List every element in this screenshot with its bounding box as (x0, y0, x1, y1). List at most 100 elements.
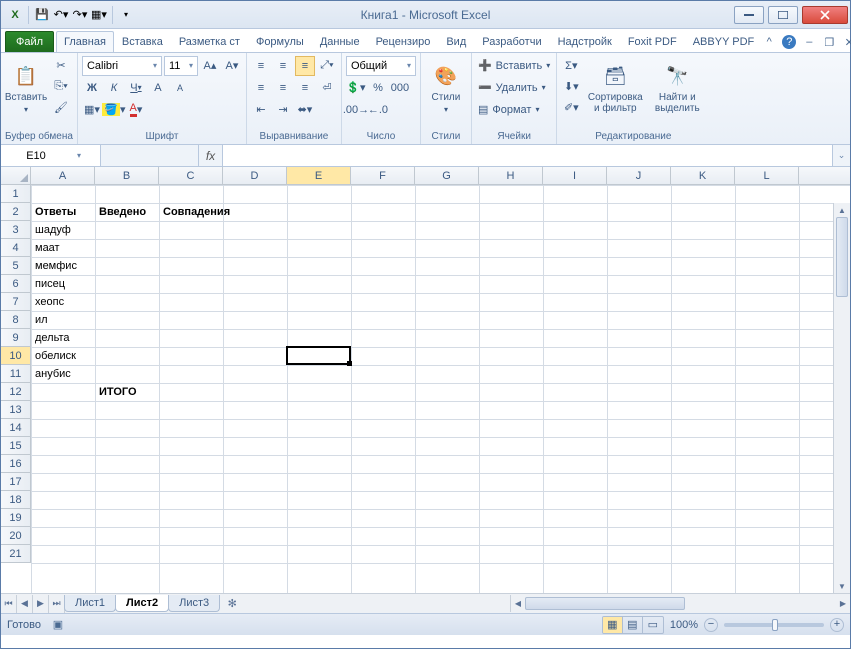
name-box-dropdown-icon[interactable]: ▾ (71, 151, 87, 160)
col-header-D[interactable]: D (223, 167, 287, 184)
row-header-6[interactable]: 6 (1, 275, 31, 293)
scroll-left-icon[interactable]: ◀ (511, 595, 525, 612)
align-bottom-button[interactable]: ≡ (295, 56, 315, 76)
fx-button[interactable]: fx (199, 145, 223, 166)
col-header-C[interactable]: C (159, 167, 223, 184)
col-header-H[interactable]: H (479, 167, 543, 184)
cell-A9[interactable]: дельта (32, 329, 73, 347)
row-header-13[interactable]: 13 (1, 401, 31, 419)
zoom-percent[interactable]: 100% (670, 619, 698, 631)
row-header-20[interactable]: 20 (1, 527, 31, 545)
decrease-decimal-button[interactable]: ←.0 (368, 100, 388, 120)
find-select-button[interactable]: 🔭 Найти и выделить (649, 55, 705, 121)
sheet-tab-Лист3[interactable]: Лист3 (168, 595, 220, 612)
cut-button[interactable]: ✂ (51, 55, 71, 75)
row-header-18[interactable]: 18 (1, 491, 31, 509)
zoom-knob[interactable] (772, 619, 778, 631)
row-header-14[interactable]: 14 (1, 419, 31, 437)
col-header-L[interactable]: L (735, 167, 799, 184)
merge-button[interactable]: ⬌▾ (295, 100, 315, 120)
formula-expand-icon[interactable]: ⌄ (832, 145, 850, 166)
name-box-input[interactable] (1, 150, 71, 162)
ribbon-tab-5[interactable]: Рецензиро (368, 31, 439, 52)
row-header-5[interactable]: 5 (1, 257, 31, 275)
horizontal-scrollbar[interactable]: ◀ ▶ (510, 595, 850, 612)
cell-C2[interactable]: Совпадения (160, 203, 233, 221)
increase-font-button[interactable]: A▴ (200, 56, 220, 76)
row-header-3[interactable]: 3 (1, 221, 31, 239)
font-grow-button[interactable]: A (148, 78, 168, 98)
insert-cells-button[interactable]: ➕Вставить▾ (476, 55, 552, 76)
row-header-4[interactable]: 4 (1, 239, 31, 257)
ribbon-tab-0[interactable]: Главная (56, 31, 114, 52)
sort-filter-button[interactable]: 🗃 Сортировка и фильтр (585, 55, 645, 121)
col-header-A[interactable]: A (31, 167, 95, 184)
border-button[interactable]: ▦▾ (82, 100, 102, 120)
ribbon-tab-10[interactable]: ABBYY PDF (685, 31, 763, 52)
select-all-corner[interactable] (1, 167, 31, 184)
fill-color-button[interactable]: 🪣▾ (104, 100, 124, 120)
percent-button[interactable]: % (368, 78, 388, 98)
save-icon[interactable]: 💾 (34, 7, 50, 23)
ribbon-tab-2[interactable]: Разметка ст (171, 31, 248, 52)
cell-B2[interactable]: Введено (96, 203, 149, 221)
cells-area[interactable]: ОтветыВведеноСовпаденияшадуфмаатмемфиспи… (31, 185, 850, 593)
scroll-down-icon[interactable]: ▼ (834, 579, 850, 593)
col-header-J[interactable]: J (607, 167, 671, 184)
font-name-combo[interactable]: Calibri▾ (82, 56, 162, 76)
increase-indent-button[interactable]: ⇥ (273, 100, 293, 120)
ribbon-tab-9[interactable]: Foxit PDF (620, 31, 685, 52)
format-cells-button[interactable]: ▤Формат▾ (476, 99, 552, 120)
doc-restore-icon[interactable]: ❐ (822, 35, 836, 49)
cell-A4[interactable]: маат (32, 239, 63, 257)
print-preview-icon[interactable]: ▦▾ (91, 7, 107, 23)
autosum-button[interactable]: Σ▾ (561, 55, 581, 75)
clear-button[interactable]: ✐▾ (561, 97, 581, 117)
copy-button[interactable]: ⎘▾ (51, 76, 71, 96)
cell-styles-button[interactable]: 🎨 Стили▾ (425, 55, 467, 121)
comma-button[interactable]: 000 (390, 78, 410, 98)
orientation-button[interactable]: ⤢▾ (317, 56, 337, 76)
row-header-12[interactable]: 12 (1, 383, 31, 401)
scroll-right-icon[interactable]: ▶ (836, 595, 850, 612)
row-header-7[interactable]: 7 (1, 293, 31, 311)
align-top-button[interactable]: ≡ (251, 56, 271, 76)
doc-minimize-icon[interactable]: – (802, 35, 816, 49)
col-header-E[interactable]: E (287, 167, 351, 184)
currency-button[interactable]: 💲▾ (346, 78, 366, 98)
ribbon-tab-3[interactable]: Формулы (248, 31, 312, 52)
cell-A5[interactable]: мемфис (32, 257, 80, 275)
fill-button[interactable]: ⬇▾ (561, 76, 581, 96)
formula-input[interactable] (223, 145, 832, 166)
cell-A6[interactable]: писец (32, 275, 68, 293)
macro-record-icon[interactable]: ▣ (51, 618, 65, 632)
vscroll-thumb[interactable] (836, 217, 848, 297)
scroll-up-icon[interactable]: ▲ (834, 203, 850, 217)
align-middle-button[interactable]: ≡ (273, 56, 293, 76)
normal-view-button[interactable]: ▦ (603, 617, 623, 633)
new-sheet-button[interactable]: ✻ (223, 596, 241, 612)
row-header-15[interactable]: 15 (1, 437, 31, 455)
ribbon-tab-7[interactable]: Разработчи (474, 31, 549, 52)
name-box[interactable]: ▾ (1, 145, 101, 166)
align-center-button[interactable]: ≡ (273, 78, 293, 98)
sheet-next-icon[interactable]: ▶ (33, 595, 49, 613)
row-header-8[interactable]: 8 (1, 311, 31, 329)
col-header-B[interactable]: B (95, 167, 159, 184)
ribbon-tab-8[interactable]: Надстройк (550, 31, 620, 52)
row-header-19[interactable]: 19 (1, 509, 31, 527)
row-header-1[interactable]: 1 (1, 185, 31, 203)
row-header-17[interactable]: 17 (1, 473, 31, 491)
redo-icon[interactable]: ↷▾ (72, 7, 88, 23)
decrease-indent-button[interactable]: ⇤ (251, 100, 271, 120)
row-header-16[interactable]: 16 (1, 455, 31, 473)
cell-A3[interactable]: шадуф (32, 221, 74, 239)
undo-icon[interactable]: ↶▾ (53, 7, 69, 23)
row-header-21[interactable]: 21 (1, 545, 31, 563)
minimize-ribbon-icon[interactable]: ^ (762, 35, 776, 49)
help-icon[interactable]: ? (782, 35, 796, 49)
file-tab[interactable]: Файл (5, 31, 54, 52)
row-header-9[interactable]: 9 (1, 329, 31, 347)
sheet-first-icon[interactable]: ⏮ (1, 595, 17, 613)
paste-button[interactable]: 📋 Вставить ▾ (5, 55, 47, 121)
